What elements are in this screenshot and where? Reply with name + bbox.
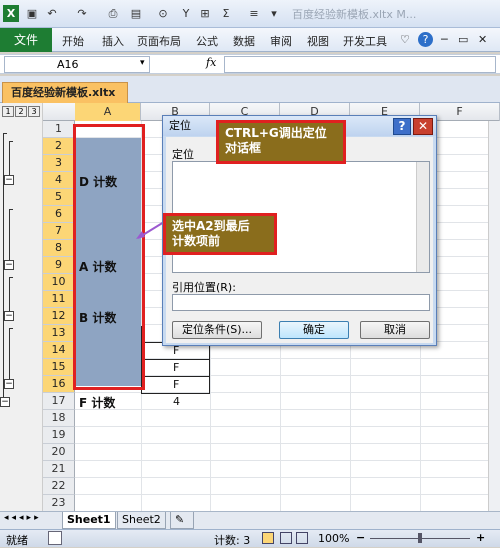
macro-record-icon[interactable] xyxy=(48,531,62,545)
sheet-tab-2[interactable]: Sheet2 xyxy=(117,512,166,529)
status-bar: 就绪 计数: 3 100% − + xyxy=(0,529,500,547)
dialog-help-icon[interactable]: ? xyxy=(393,118,411,135)
ok-button[interactable]: 确定 xyxy=(279,321,349,339)
zoom-in-icon[interactable]: + xyxy=(476,531,485,544)
zoom-out-icon[interactable]: − xyxy=(356,531,365,544)
reference-input[interactable] xyxy=(172,294,430,311)
zoom-slider-thumb[interactable] xyxy=(418,533,422,543)
callout-select-range: 选中A2到最后 计数项前 xyxy=(163,213,277,255)
sheet-nav-icon[interactable]: ◂◂◂▸▸ xyxy=(4,513,42,523)
arrowhead xyxy=(136,231,145,239)
goto-label: 定位 xyxy=(172,148,194,161)
reference-label: 引用位置(R): xyxy=(172,281,236,294)
normal-view-icon[interactable] xyxy=(262,532,274,544)
cancel-button[interactable]: 取消 xyxy=(360,321,430,339)
goto-list-scrollbar[interactable] xyxy=(416,162,429,272)
page-break-icon[interactable] xyxy=(296,532,308,544)
sheet-tab-1[interactable]: Sheet1 xyxy=(62,512,116,529)
status-count: 计数: 3 xyxy=(214,534,251,547)
sheet-tab-bar: ◂◂◂▸▸ Sheet1 Sheet2 ✎ xyxy=(0,511,500,529)
dialog-close-icon[interactable]: ✕ xyxy=(413,118,433,135)
page-layout-icon[interactable] xyxy=(280,532,292,544)
callout-ctrl-g: CTRL+G调出定位 对话框 xyxy=(216,120,346,164)
special-button[interactable]: 定位条件(S)... xyxy=(172,321,262,339)
status-ready: 就绪 xyxy=(6,534,28,547)
zoom-level[interactable]: 100% xyxy=(318,532,349,545)
insert-sheet-icon[interactable]: ✎ xyxy=(170,512,194,529)
